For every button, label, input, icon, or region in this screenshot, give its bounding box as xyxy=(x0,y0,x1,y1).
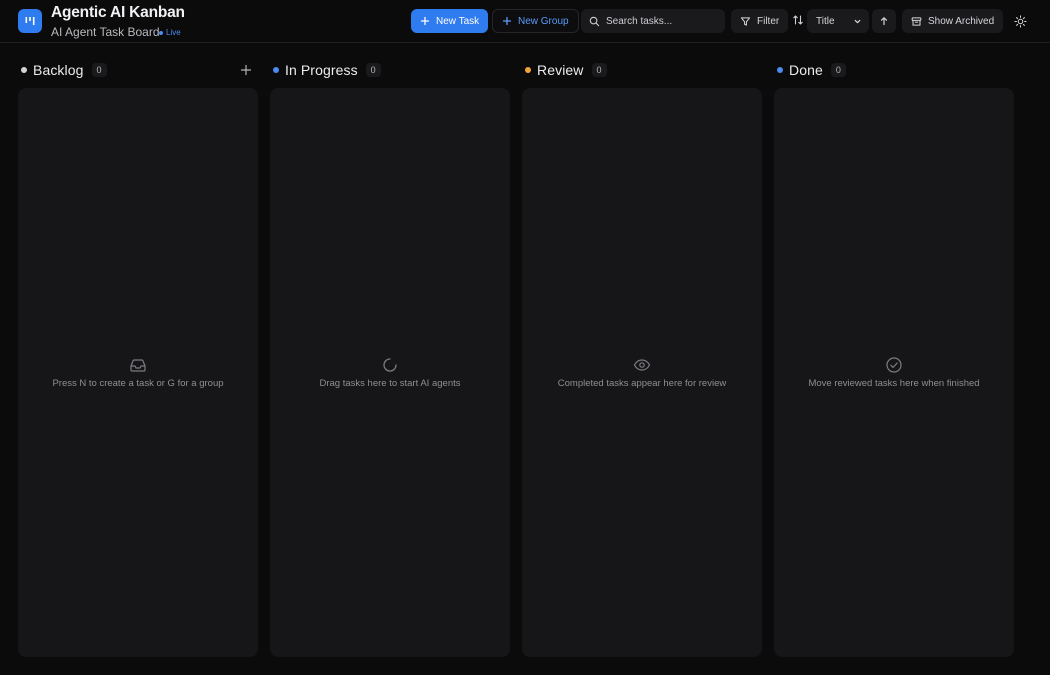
search-input[interactable] xyxy=(606,15,716,27)
new-group-label: New Group xyxy=(518,15,569,27)
column-done[interactable]: Move reviewed tasks here when finished xyxy=(774,88,1014,657)
status-dot-icon xyxy=(777,67,783,73)
live-dot-icon xyxy=(159,30,163,35)
loader-icon xyxy=(383,358,397,372)
live-badge: Live xyxy=(159,28,181,37)
add-task-plus-icon[interactable] xyxy=(240,64,252,76)
filter-button[interactable]: Filter xyxy=(731,9,789,33)
plus-icon xyxy=(420,16,430,26)
empty-state-text: Drag tasks here to start AI agents xyxy=(319,378,461,389)
filter-label: Filter xyxy=(757,15,780,27)
show-archived-button[interactable]: Show Archived xyxy=(902,9,1004,33)
sort-icon[interactable] xyxy=(792,14,804,26)
column-title: Done xyxy=(789,62,823,78)
empty-state-text: Completed tasks appear here for review xyxy=(557,378,727,389)
arrow-up-icon xyxy=(880,17,888,26)
sun-icon xyxy=(1013,14,1027,28)
column-header-review: Review 0 xyxy=(525,60,607,80)
sort-field-select[interactable]: Title xyxy=(807,9,869,33)
new-task-button[interactable]: New Task xyxy=(411,9,489,33)
status-dot-icon xyxy=(525,67,531,73)
empty-state: Completed tasks appear here for review xyxy=(522,356,762,389)
app-subtitle: AI Agent Task Board xyxy=(51,25,160,39)
new-task-label: New Task xyxy=(436,15,480,27)
sort-field-value: Title xyxy=(816,15,835,27)
column-in-progress[interactable]: Drag tasks here to start AI agents xyxy=(270,88,510,657)
chevron-down-icon xyxy=(854,19,861,23)
search-box[interactable] xyxy=(581,9,725,33)
column-count-badge: 0 xyxy=(830,63,846,77)
column-title: In Progress xyxy=(285,62,358,78)
status-dot-icon xyxy=(273,67,279,73)
empty-state: Drag tasks here to start AI agents xyxy=(270,356,510,389)
filter-icon xyxy=(740,16,751,26)
column-header-done: Done 0 xyxy=(777,60,846,80)
search-icon xyxy=(589,16,600,26)
kanban-logo-icon xyxy=(18,9,42,33)
check-circle-icon xyxy=(886,357,902,373)
empty-state: Move reviewed tasks here when finished xyxy=(774,356,1014,389)
app-header: Agentic AI Kanban AI Agent Task Board Li… xyxy=(0,0,1050,43)
column-count-badge: 0 xyxy=(91,63,107,77)
column-header-in-progress: In Progress 0 xyxy=(273,60,381,80)
theme-toggle-button[interactable] xyxy=(1008,9,1032,33)
column-count-badge: 0 xyxy=(365,63,381,77)
column-title: Review xyxy=(537,62,584,78)
column-review[interactable]: Completed tasks appear here for review xyxy=(522,88,762,657)
empty-state-text: Move reviewed tasks here when finished xyxy=(808,378,980,389)
eye-icon xyxy=(633,359,651,371)
column-header-backlog: Backlog 0 xyxy=(21,60,107,80)
column-count-badge: 0 xyxy=(591,63,607,77)
inbox-icon xyxy=(130,359,146,372)
live-label: Live xyxy=(166,28,181,37)
new-group-button[interactable]: New Group xyxy=(492,9,579,33)
column-title: Backlog xyxy=(33,62,84,78)
sort-direction-button[interactable] xyxy=(872,9,896,33)
status-dot-icon xyxy=(21,67,27,73)
plus-icon xyxy=(502,16,512,26)
show-archived-label: Show Archived xyxy=(928,15,995,27)
empty-state-text: Press N to create a task or G for a grou… xyxy=(52,378,224,389)
column-backlog[interactable]: Press N to create a task or G for a grou… xyxy=(18,88,258,657)
archive-icon xyxy=(911,16,922,26)
empty-state: Press N to create a task or G for a grou… xyxy=(18,356,258,389)
app-title: Agentic AI Kanban xyxy=(51,4,185,21)
